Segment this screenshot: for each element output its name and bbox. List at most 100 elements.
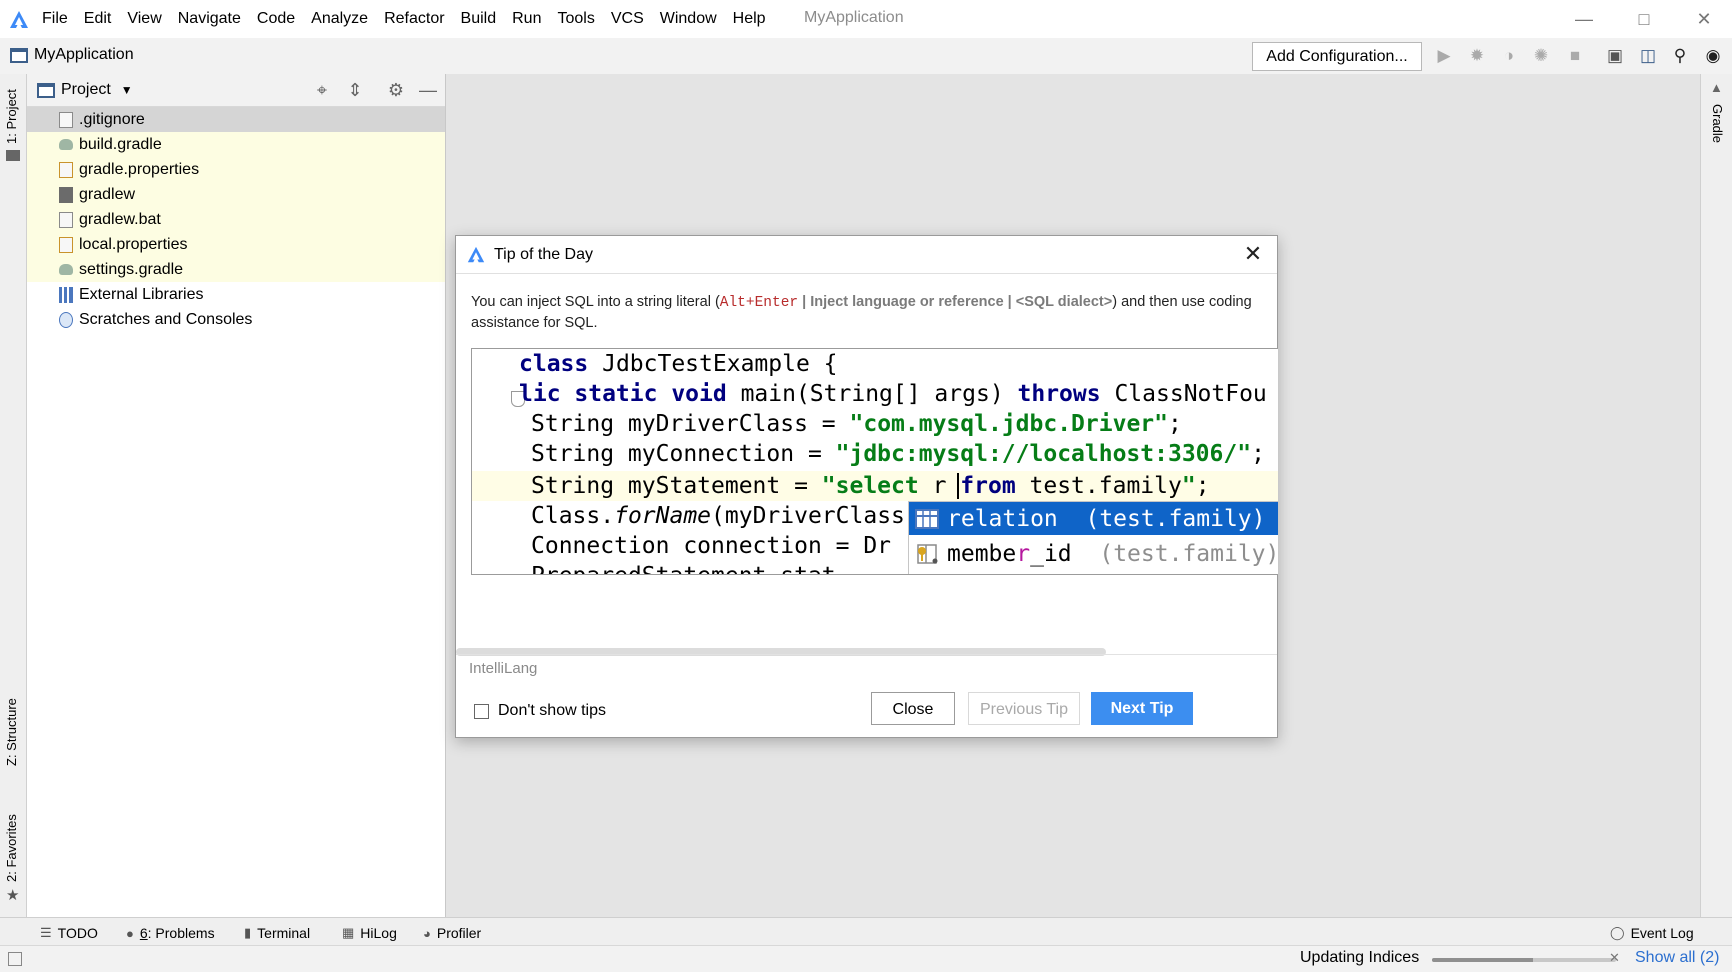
dialog-close-icon[interactable]: ✕ (1239, 240, 1267, 268)
menu-help[interactable]: Help (733, 10, 766, 28)
tree-item-gradlew-bat[interactable]: gradlew.bat (27, 207, 445, 232)
progress-fill (1432, 958, 1534, 962)
gradle-elephant-icon (59, 139, 73, 150)
menu-refactor[interactable]: Refactor (384, 10, 444, 28)
device-manager-icon[interactable]: ▣ (1604, 45, 1626, 67)
terminal-icon: ▮ (244, 925, 252, 940)
background-task-label: Updating Indices (1300, 949, 1420, 966)
completion-item-relation[interactable]: relation (test.family) (909, 502, 1278, 535)
tip-separator: | (798, 294, 811, 310)
gear-icon[interactable]: ⚙ (385, 79, 407, 101)
app-logo-icon (467, 246, 485, 263)
menu-navigate[interactable]: Navigate (178, 10, 241, 28)
tree-item-gitignore[interactable]: .gitignore (27, 107, 445, 132)
status-bar: Updating Indices ✕ Show all (2) (0, 945, 1732, 972)
table-icon (915, 508, 939, 529)
close-button[interactable]: Close (871, 692, 955, 725)
menu-build[interactable]: Build (461, 10, 497, 28)
dialog-title: Tip of the Day (494, 246, 594, 263)
tab-hilog[interactable]: ▦ HiLog (342, 925, 397, 941)
search-icon[interactable]: ⚲ (1669, 45, 1691, 67)
menu-code[interactable]: Code (257, 10, 295, 28)
maximize-button[interactable]: □ (1624, 6, 1664, 32)
menu-run[interactable]: Run (512, 10, 541, 28)
coverage-icon[interactable]: ◑ (1498, 45, 1520, 67)
tab-profiler[interactable]: ◕ Profiler (423, 925, 481, 941)
tab-todo[interactable]: ☰ TODO (40, 925, 98, 941)
cancel-task-icon[interactable]: ✕ (1609, 950, 1620, 966)
hide-icon[interactable]: — (417, 79, 439, 101)
tree-item-settings-gradle[interactable]: settings.gradle (27, 257, 445, 282)
tree-item-gradle-properties[interactable]: gradle.properties (27, 157, 445, 182)
account-icon[interactable]: ◉ (1702, 45, 1724, 67)
key-column-icon (917, 543, 938, 564)
project-panel-header: Project ▼ ⌖ ⇕ ⚙ — (27, 74, 445, 107)
tree-item-local-properties[interactable]: local.properties (27, 232, 445, 257)
tip-separator: | (1003, 294, 1016, 310)
profile-icon[interactable]: ✺ (1530, 45, 1552, 67)
breadcrumb[interactable]: MyApplication (10, 46, 134, 64)
dialog-title-bar: Tip of the Day ✕ (456, 236, 1277, 274)
window-title: MyApplication (804, 9, 904, 26)
sdk-manager-icon[interactable]: ◫ (1637, 45, 1659, 67)
tree-item-label: build.gradle (79, 135, 162, 153)
code-line: class JdbcTestExample { (519, 351, 838, 377)
properties-file-icon (59, 161, 73, 178)
tab-favorites[interactable]: 2: Favorites (4, 814, 19, 882)
code-line: Class.forName(myDriverClass (531, 503, 905, 529)
menu-bar: File Edit View Navigate Code Analyze Ref… (0, 0, 1732, 38)
tree-item-scratches[interactable]: Scratches and Consoles (27, 307, 445, 332)
right-tool-stripe: ▲ Gradle (1700, 74, 1732, 917)
tab-terminal[interactable]: ▮ Terminal (244, 925, 310, 941)
list-icon: ☰ (40, 925, 52, 940)
dont-show-tips-checkbox[interactable]: Don't show tips (474, 702, 606, 720)
run-icon[interactable]: ▶ (1433, 45, 1455, 67)
tree-item-external-libraries[interactable]: External Libraries (27, 282, 445, 307)
folder-icon (6, 150, 20, 161)
stop-icon[interactable]: ■ (1564, 45, 1586, 67)
code-line: String myConnection = "jdbc:mysql://loca… (531, 441, 1265, 467)
tip-text-before: You can inject SQL into a string literal… (471, 294, 720, 310)
project-view-selector[interactable]: Project ▼ (37, 81, 133, 99)
minimize-button[interactable]: — (1564, 6, 1604, 32)
show-all-tasks-link[interactable]: Show all (2) (1635, 949, 1719, 967)
tree-item-label: settings.gradle (79, 260, 184, 278)
window-close-button[interactable]: ✕ (1684, 6, 1724, 32)
tab-problems[interactable]: ● 6: Problems (126, 925, 215, 941)
completion-popup: relation (test.family) membe r _id (test.f… (908, 501, 1278, 574)
menu-tools[interactable]: Tools (557, 10, 594, 28)
scratches-icon (59, 311, 73, 328)
next-tip-button[interactable]: Next Tip (1091, 692, 1193, 725)
text-caret (957, 473, 959, 499)
app-logo-icon (10, 11, 28, 28)
tab-gradle[interactable]: Gradle (1710, 104, 1725, 143)
tree-item-build-gradle[interactable]: build.gradle (27, 132, 445, 157)
menu-file[interactable]: File (42, 10, 68, 28)
completion-item-member-id[interactable]: membe r _id (test.family) (909, 537, 1278, 570)
menu-vcs[interactable]: VCS (611, 10, 644, 28)
tree-item-label: External Libraries (79, 285, 204, 303)
event-log-icon: ◯ (1610, 925, 1625, 940)
project-tree: .gitignore build.gradle gradle.propertie… (27, 107, 445, 332)
tab-project[interactable]: 1: Project (4, 89, 19, 144)
gradle-elephant-icon (59, 264, 73, 275)
add-configuration-button[interactable]: Add Configuration... (1252, 42, 1422, 71)
menu-analyze[interactable]: Analyze (311, 10, 368, 28)
tree-item-gradlew[interactable]: gradlew (27, 182, 445, 207)
previous-tip-button[interactable]: Previous Tip (968, 692, 1080, 725)
tab-event-log[interactable]: ◯ Event Log (1610, 925, 1694, 941)
tip-source: IntelliLang (469, 660, 538, 677)
collapse-all-icon[interactable]: ⇕ (344, 79, 366, 101)
tree-item-label: gradlew (79, 185, 136, 203)
menu-window[interactable]: Window (660, 10, 717, 28)
bottom-tool-bar: ☰ TODO ● 6: Problems ▮ Terminal ▦ HiLog ◕ Pro… (0, 917, 1732, 946)
menu-edit[interactable]: Edit (84, 10, 112, 28)
tip-of-the-day-dialog: Tip of the Day ✕ You can inject SQL into… (455, 235, 1278, 738)
tab-structure[interactable]: Z: Structure (4, 698, 19, 766)
checkbox-box[interactable] (474, 703, 489, 719)
menu-view[interactable]: View (127, 10, 161, 28)
shell-script-icon (59, 186, 73, 203)
debug-icon[interactable]: ✹ (1466, 45, 1488, 67)
toggle-tool-windows-icon[interactable] (8, 952, 22, 966)
locate-icon[interactable]: ⌖ (311, 79, 333, 101)
